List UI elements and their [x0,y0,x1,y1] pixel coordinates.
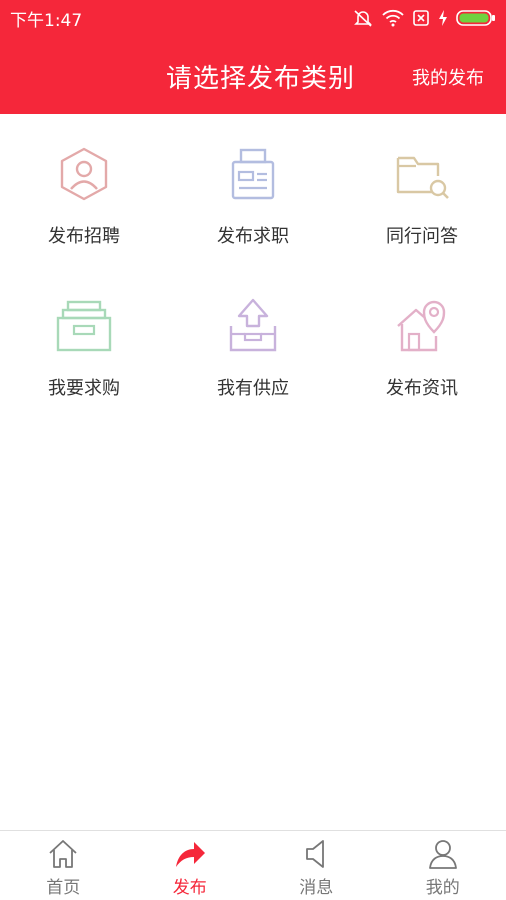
category-label: 同行问答 [386,226,458,247]
status-icons [352,8,496,28]
tab-mine[interactable]: 我的 [380,831,506,900]
category-label: 我要求购 [48,378,120,399]
app-header: 下午1:47 请选择发布类别 我的发布 [0,0,506,114]
charging-icon [439,10,447,26]
tab-home[interactable]: 首页 [0,831,127,900]
user-hexagon-icon [54,144,114,204]
bottom-tab-bar: 首页 发布 消息 我的 [0,830,506,900]
tab-label: 我的 [425,878,460,898]
page-title: 请选择发布类别 [166,64,356,94]
category-post-recruitment[interactable]: 发布招聘 [0,114,168,264]
category-have-supply[interactable]: 我有供应 [169,266,337,416]
inbox-tray-icon [54,296,114,356]
category-post-job-seeking[interactable]: 发布求职 [169,114,337,264]
tab-label: 发布 [172,878,207,898]
printer-icon [223,144,283,204]
share-arrow-icon [175,842,205,867]
mute-bell-icon [354,10,372,27]
no-sim-icon [413,10,429,26]
tab-messages[interactable]: 消息 [253,831,380,900]
category-peer-qa[interactable]: 同行问答 [338,114,506,264]
wifi-icon [382,9,404,27]
person-icon [428,840,457,869]
home-icon [49,840,77,868]
category-label: 发布求职 [217,226,289,247]
category-label: 我有供应 [217,378,289,399]
status-bar: 下午1:47 [0,0,506,36]
battery-icon [456,10,495,26]
tab-label: 首页 [46,878,81,898]
title-bar: 请选择发布类别 我的发布 [0,52,506,100]
category-post-news[interactable]: 发布资讯 [338,266,506,416]
upload-box-icon [223,296,283,356]
house-location-icon [392,296,452,356]
status-time: 下午1:47 [10,10,83,31]
category-label: 发布资讯 [386,378,458,399]
tab-publish[interactable]: 发布 [127,831,254,900]
tab-label: 消息 [299,878,334,898]
folder-search-icon [392,144,452,204]
megaphone-icon [306,840,325,868]
category-label: 发布招聘 [48,226,120,247]
my-posts-link[interactable]: 我的发布 [412,64,484,90]
category-want-to-buy[interactable]: 我要求购 [0,266,168,416]
